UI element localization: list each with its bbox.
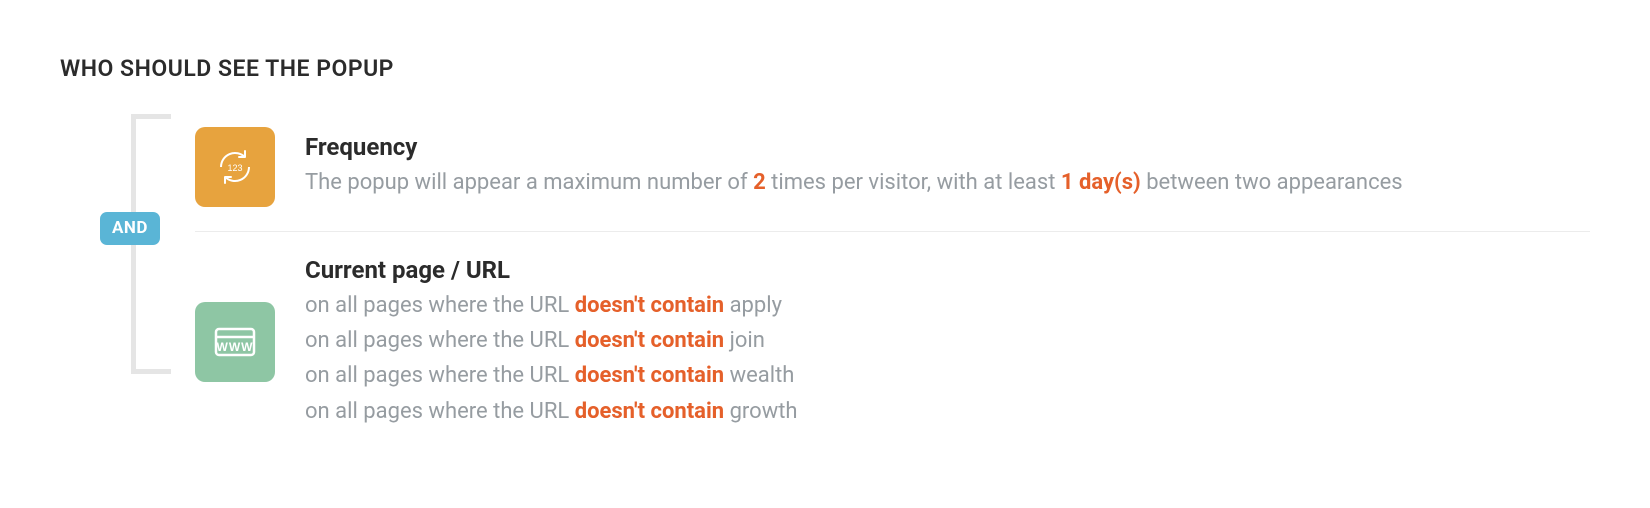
rules-container: AND 123 Frequency The popup will appear …	[60, 122, 1590, 453]
rule-url-line-operator: doesn't contain	[575, 328, 724, 353]
frequency-icon: 123	[195, 127, 275, 207]
rule-url-title: Current page / URL	[305, 256, 798, 284]
rule-frequency-mid: times per visitor, with at least	[766, 170, 1061, 195]
rule-url-line-value: join	[724, 328, 765, 353]
connector-line-top	[136, 114, 171, 119]
rule-url-line-prefix: on all pages where the URL	[305, 293, 575, 318]
svg-text:WWW: WWW	[217, 340, 254, 354]
rule-url-line-value: wealth	[724, 363, 794, 388]
rule-url-line-operator: doesn't contain	[575, 293, 724, 318]
rule-frequency-desc: The popup will appear a maximum number o…	[305, 165, 1403, 200]
rule-frequency-prefix: The popup will appear a maximum number o…	[305, 170, 753, 195]
rule-url-line: on all pages where the URL doesn't conta…	[305, 288, 798, 323]
rule-url-line-operator: doesn't contain	[575, 363, 724, 388]
rule-frequency-title: Frequency	[305, 133, 1403, 161]
rule-url[interactable]: WWW Current page / URL on all pages wher…	[195, 231, 1590, 453]
rule-url-line-prefix: on all pages where the URL	[305, 399, 575, 424]
rule-url-line-operator: doesn't contain	[575, 399, 724, 424]
rule-url-line-value: growth	[724, 399, 797, 424]
connector-line-bottom	[136, 369, 171, 374]
section-title: WHO SHOULD SEE THE POPUP	[60, 55, 1590, 82]
rule-frequency[interactable]: 123 Frequency The popup will appear a ma…	[195, 122, 1590, 231]
rule-frequency-max-times: 2	[753, 170, 766, 195]
and-badge: AND	[100, 212, 160, 245]
svg-text:123: 123	[227, 163, 242, 173]
url-icon: WWW	[195, 302, 275, 382]
rule-frequency-interval: 1 day(s)	[1061, 170, 1141, 195]
rule-url-line-prefix: on all pages where the URL	[305, 328, 575, 353]
rule-url-line: on all pages where the URL doesn't conta…	[305, 394, 798, 429]
rule-url-line-value: apply	[724, 293, 782, 318]
rule-url-line: on all pages where the URL doesn't conta…	[305, 323, 798, 358]
rule-url-line: on all pages where the URL doesn't conta…	[305, 358, 798, 393]
rule-frequency-suffix: between two appearances	[1141, 170, 1403, 195]
rule-url-line-prefix: on all pages where the URL	[305, 363, 575, 388]
